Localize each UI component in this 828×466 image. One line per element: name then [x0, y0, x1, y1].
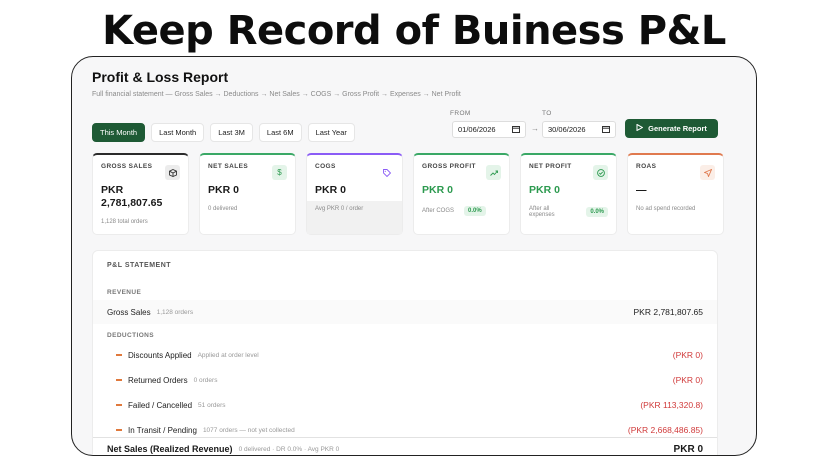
dash-icon [116, 354, 122, 356]
date-range-arrow-icon: → [531, 124, 539, 133]
card-value: PKR 0 [529, 184, 560, 196]
card-value: PKR 0 [208, 184, 239, 196]
row-meta: 1077 orders — not yet collected [202, 426, 295, 434]
row-amount: (PKR 0) [672, 375, 703, 385]
revenue-section-label: REVENUE [107, 289, 142, 296]
row-label: Discounts Applied [128, 350, 192, 360]
to-date-input[interactable]: 30/06/2026 [542, 121, 616, 138]
card-net-sales: NET SALES $ PKR 0 0 delivered [199, 153, 296, 235]
row-label: Net Sales (Realized Revenue) [107, 444, 233, 454]
card-sub-text: Avg PKR 0 / order [315, 206, 364, 212]
page-headline: Keep Record of Buiness P&L [102, 8, 726, 54]
card-value: PKR 0 [422, 184, 453, 196]
card-value: PKR 2,781,807.65 [101, 184, 163, 209]
card-gross-sales: GROSS SALES PKR 2,781,807.65 1,128 total… [92, 153, 189, 235]
row-meta: 0 orders [193, 376, 218, 384]
calendar-icon [512, 125, 520, 135]
row-meta: 0 delivered · DR 0.0% · Avg PKR 0 [238, 446, 340, 453]
period-last-year[interactable]: Last Year [307, 123, 355, 142]
gross-sales-row: Gross Sales 1,128 orders PKR 2,781,807.6… [93, 300, 717, 324]
from-date-value: 01/06/2026 [458, 125, 496, 134]
card-sub: After all expenses 0.0% [529, 206, 608, 218]
generate-report-label: Generate Report [648, 124, 707, 133]
row-label: Gross Sales [107, 307, 151, 317]
card-sub: After COGS 0.0% [422, 206, 501, 216]
period-this-month[interactable]: This Month [92, 123, 146, 142]
card-cogs: COGS PKR 0 Avg PKR 0 / order [306, 153, 403, 235]
check-circle-icon [593, 165, 608, 180]
to-label: TO [542, 110, 552, 117]
period-last-6m[interactable]: Last 6M [258, 123, 302, 142]
dash-icon [116, 379, 122, 381]
report-title: Profit & Loss Report [92, 69, 229, 85]
row-amount: PKR 2,781,807.65 [633, 307, 703, 317]
statement-heading: P&L STATEMENT [107, 262, 172, 269]
deduction-row: Discounts Applied Applied at order level… [93, 343, 717, 367]
card-sub-text: No ad spend recorded [636, 206, 696, 212]
card-roas: ROAS — No ad spend recorded [627, 153, 724, 235]
row-meta: 51 orders [198, 401, 226, 409]
row-amount: (PKR 2,668,486.85) [627, 425, 703, 435]
summary-cards: GROSS SALES PKR 2,781,807.65 1,128 total… [92, 153, 724, 235]
card-net-profit: NET PROFIT PKR 0 After all expenses 0.0% [520, 153, 617, 235]
card-sub: Avg PKR 0 / order [315, 206, 394, 212]
net-sales-row: Net Sales (Realized Revenue) 0 delivered… [93, 437, 717, 455]
card-sub-text: After COGS [422, 208, 455, 214]
cube-icon [165, 165, 180, 180]
row-meta: Applied at order level [197, 351, 259, 359]
play-icon [636, 123, 644, 133]
from-date-input[interactable]: 01/06/2026 [452, 121, 526, 138]
card-sub-text: 0 delivered [208, 206, 238, 212]
period-last-3m[interactable]: Last 3M [210, 123, 253, 142]
row-amount: (PKR 0) [672, 350, 703, 360]
card-sub-text: After all expenses [529, 206, 555, 218]
percent-badge: 0.0% [586, 207, 608, 217]
row-amount: PKR 0 [673, 444, 703, 455]
row-meta: 1,128 orders [156, 308, 194, 316]
tag-icon [379, 165, 394, 180]
app-window: Profit & Loss Report Full financial stat… [71, 56, 757, 456]
to-date-value: 30/06/2026 [548, 125, 586, 134]
period-last-month[interactable]: Last Month [151, 123, 205, 142]
report-subtitle: Full financial statement — Gross Sales →… [92, 91, 461, 98]
send-icon [700, 165, 715, 180]
period-selector: This Month Last Month Last 3M Last 6M La… [92, 123, 355, 142]
card-sub: 0 delivered [208, 206, 287, 212]
card-value: — [636, 184, 647, 196]
card-sub: 1,128 total orders [101, 219, 180, 225]
dash-icon [116, 429, 122, 431]
generate-report-button[interactable]: Generate Report [625, 119, 718, 138]
card-sub: No ad spend recorded [636, 206, 715, 212]
row-label: Returned Orders [128, 375, 188, 385]
dollar-icon: $ [272, 165, 287, 180]
dash-icon [116, 404, 122, 406]
row-amount: (PKR 113,320.8) [640, 400, 703, 410]
row-label: In Transit / Pending [128, 425, 197, 435]
deduction-row: Failed / Cancelled 51 orders (PKR 113,32… [93, 393, 717, 417]
card-value: PKR 0 [315, 184, 346, 196]
deductions-section-label: DEDUCTIONS [107, 332, 154, 339]
trend-up-icon [486, 165, 501, 180]
card-sub-text: 1,128 total orders [101, 219, 148, 225]
card-gross-profit: GROSS PROFIT PKR 0 After COGS 0.0% [413, 153, 510, 235]
row-label: Failed / Cancelled [128, 400, 193, 410]
deduction-row: Returned Orders 0 orders (PKR 0) [93, 368, 717, 392]
pl-statement: P&L STATEMENT REVENUE Gross Sales 1,128 … [92, 250, 718, 455]
percent-badge: 0.0% [464, 206, 486, 216]
from-label: FROM [450, 110, 471, 117]
calendar-icon [602, 125, 610, 135]
